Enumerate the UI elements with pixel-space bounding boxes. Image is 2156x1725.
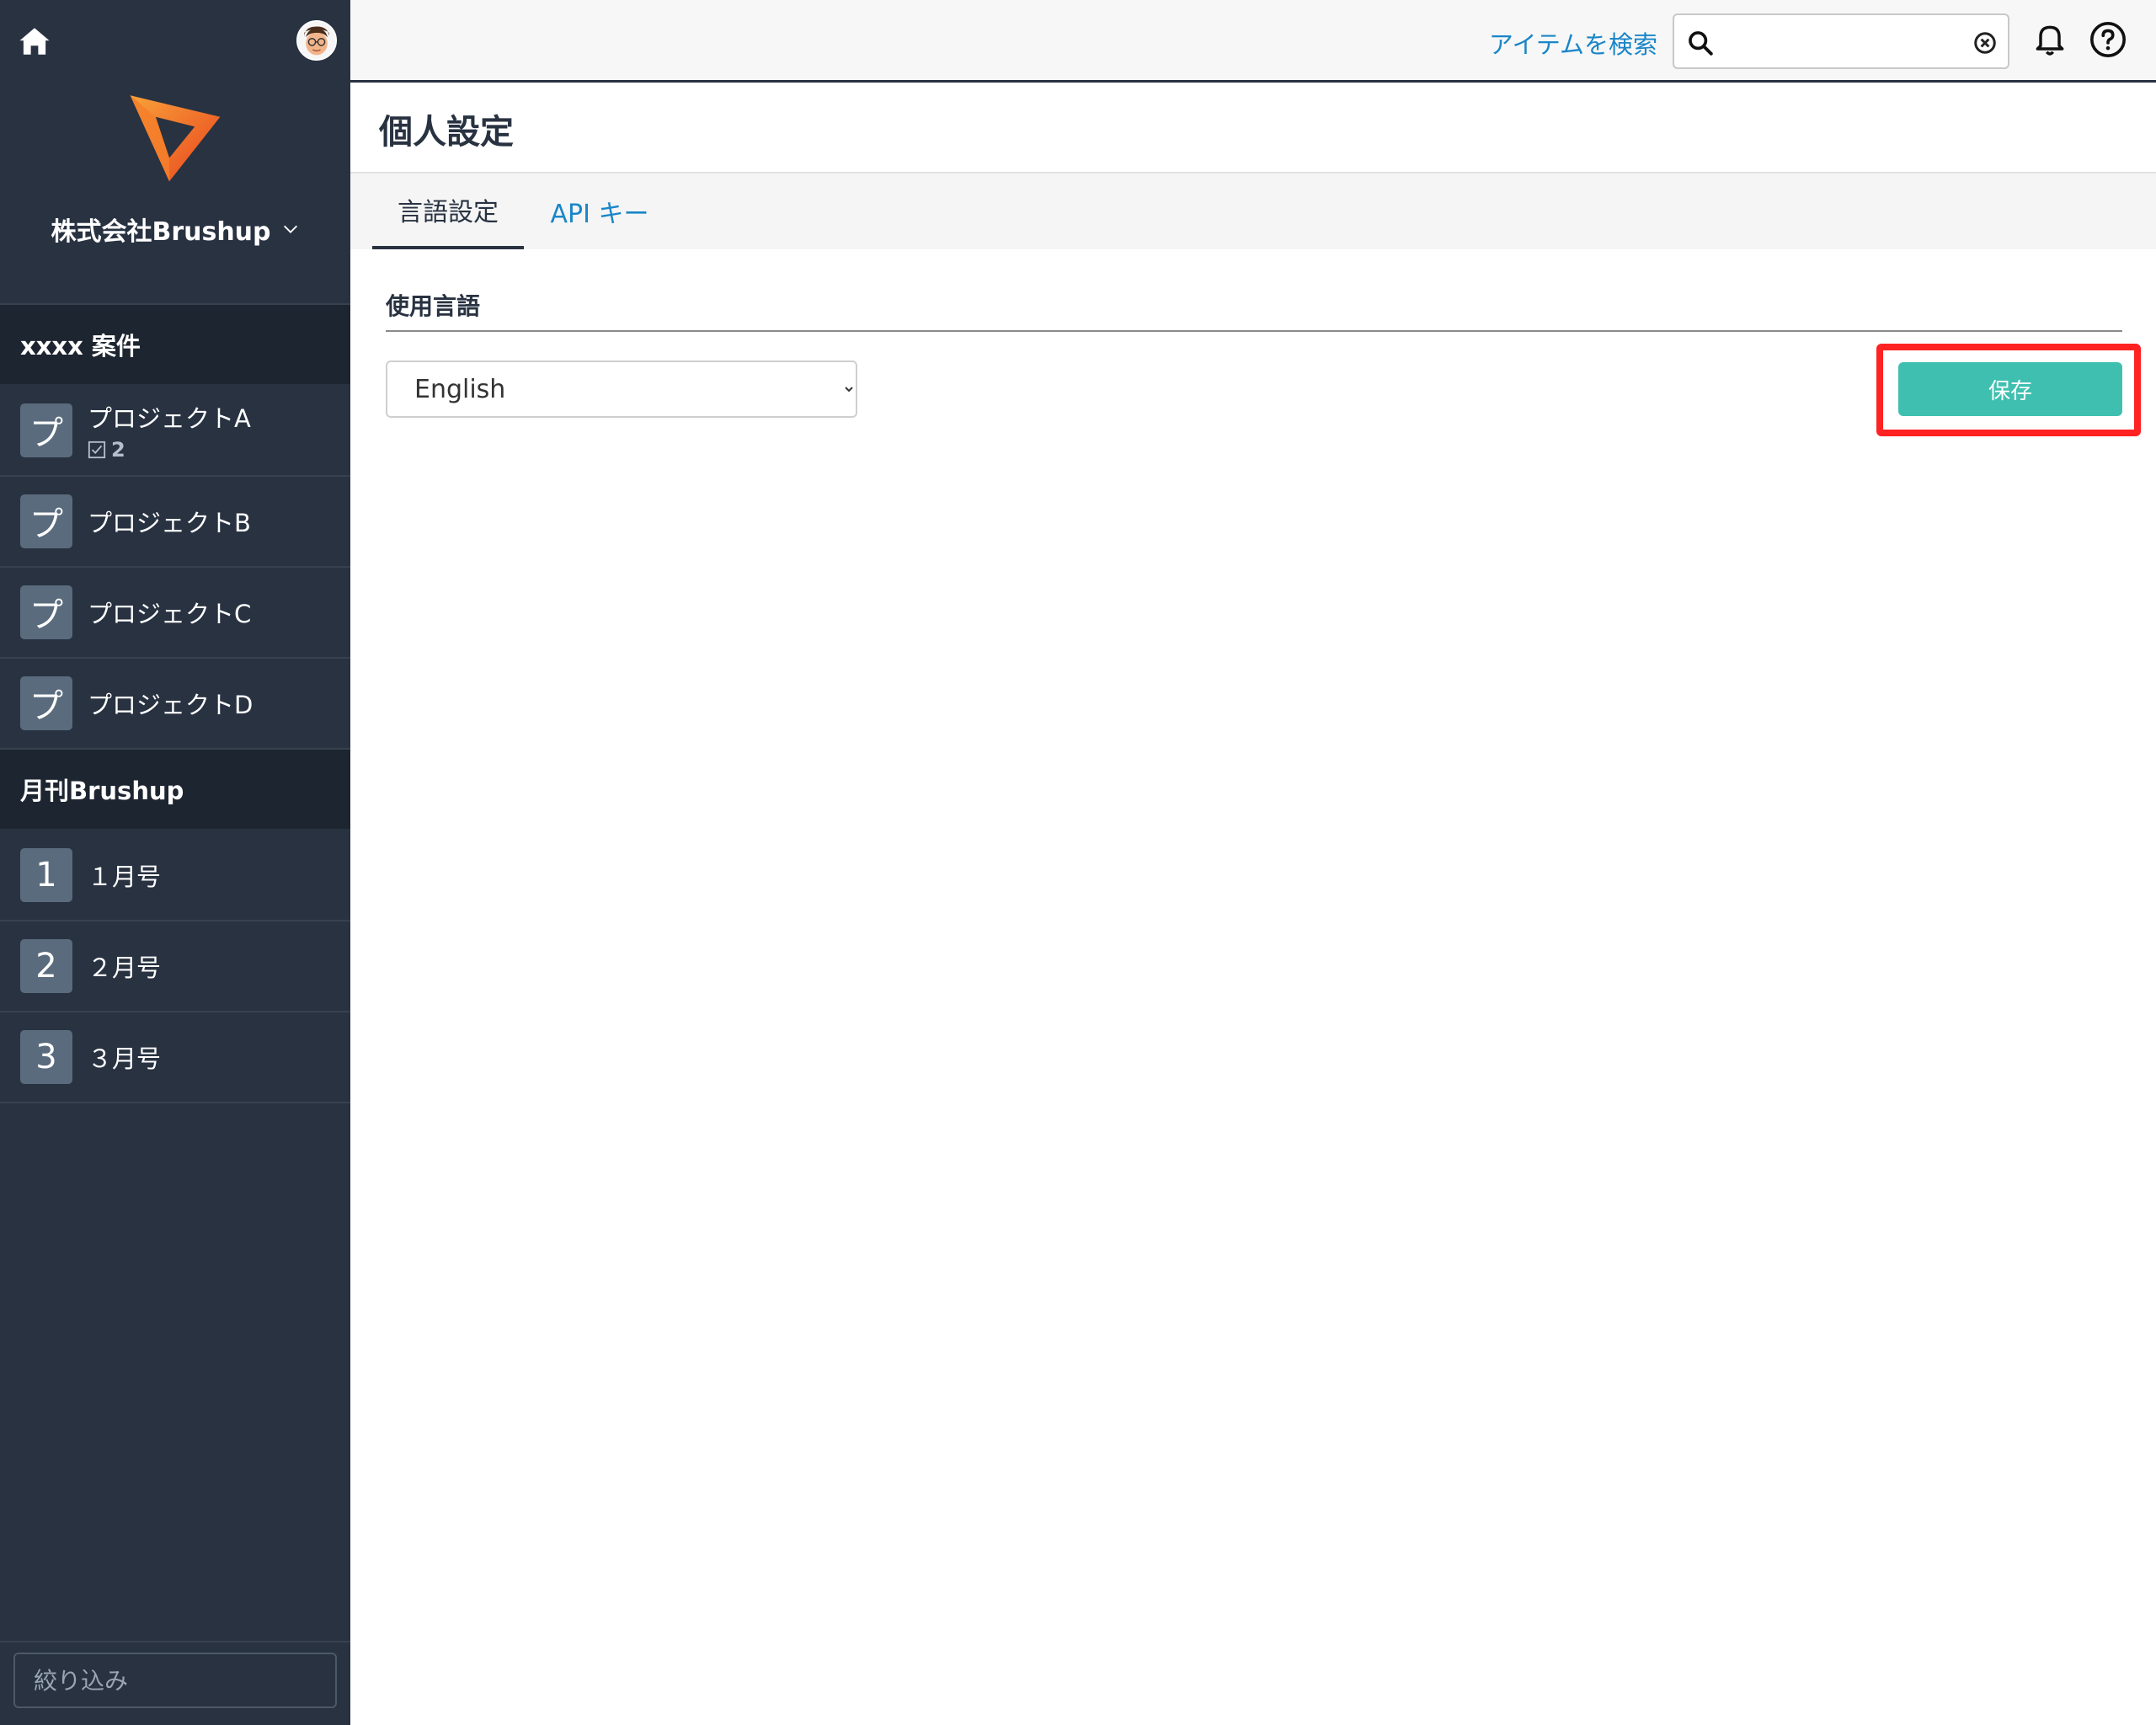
avatar-face-icon <box>298 22 335 59</box>
sidebar-item-label: ２月号 <box>88 953 162 982</box>
group-header-monthly-brushup: 月刊Brushup <box>0 748 350 829</box>
project-d-badge: プ <box>20 676 72 730</box>
march-badge: 3 <box>20 1030 72 1084</box>
chevron-down-icon <box>283 225 297 233</box>
january-badge: 1 <box>20 848 72 902</box>
sidebar-item-march[interactable]: 3 ３月号 <box>0 1012 350 1103</box>
clear-search-icon[interactable] <box>1972 30 1998 56</box>
sidebar-item-project-c[interactable]: プ プロジェクトC <box>0 568 350 659</box>
search-input[interactable] <box>1721 22 1966 62</box>
notification-bell-icon[interactable] <box>2031 20 2068 59</box>
organization-selector[interactable]: 株式会社Brushup <box>0 209 350 249</box>
task-count-value: 2 <box>111 438 125 462</box>
organization-name: 株式会社Brushup <box>51 217 271 247</box>
task-count: 2 <box>88 438 251 462</box>
tab-language-settings[interactable]: 言語設定 <box>372 174 524 249</box>
project-a-badge: プ <box>20 403 72 457</box>
sidebar-item-label: プロジェクトA <box>88 404 251 433</box>
sidebar-item-january[interactable]: 1 １月号 <box>0 830 350 921</box>
sidebar-item-project-b[interactable]: プ プロジェクトB <box>0 477 350 568</box>
brushup-logo-icon <box>130 95 221 182</box>
user-avatar[interactable] <box>296 20 337 61</box>
february-badge: 2 <box>20 939 72 993</box>
group-header-xxxx: xxxx 案件 <box>0 303 350 384</box>
sidebar: 株式会社Brushup xxxx 案件 プ プロジェクトA 2 プ プロジェクト… <box>0 0 350 1725</box>
sidebar-item-label: １月号 <box>88 862 162 891</box>
project-b-badge: プ <box>20 494 72 548</box>
tab-api-key[interactable]: API キー <box>541 174 659 249</box>
sidebar-item-february[interactable]: 2 ２月号 <box>0 921 350 1012</box>
page-title: 個人設定 <box>379 113 514 152</box>
sidebar-item-project-a[interactable]: プ プロジェクトA 2 <box>0 386 350 477</box>
filter-divider <box>0 1641 350 1642</box>
sidebar-item-label: プロジェクトB <box>88 509 251 537</box>
sidebar-item-label: プロジェクトD <box>88 691 253 719</box>
help-icon[interactable] <box>2089 20 2127 59</box>
top-bar: アイテムを検索 <box>350 0 2156 83</box>
save-button[interactable]: 保存 <box>1898 362 2122 416</box>
project-c-badge: プ <box>20 585 72 639</box>
sidebar-item-project-d[interactable]: プ プロジェクトD <box>0 659 350 750</box>
search-box[interactable] <box>1673 13 2009 69</box>
home-icon[interactable] <box>17 24 52 59</box>
checkbox-task-icon <box>88 441 106 459</box>
section-divider <box>386 330 2122 332</box>
page-header: 個人設定 <box>350 83 2156 174</box>
filter-input[interactable] <box>13 1653 337 1708</box>
sidebar-item-label: プロジェクトC <box>88 600 252 628</box>
search-items-link[interactable]: アイテムを検索 <box>1489 25 1657 61</box>
language-section-label: 使用言語 <box>386 292 481 320</box>
sidebar-item-label: ３月号 <box>88 1044 162 1073</box>
language-select[interactable]: English <box>386 360 857 418</box>
tab-bar: 言語設定 API キー <box>350 174 2156 249</box>
search-icon <box>1689 31 1713 56</box>
